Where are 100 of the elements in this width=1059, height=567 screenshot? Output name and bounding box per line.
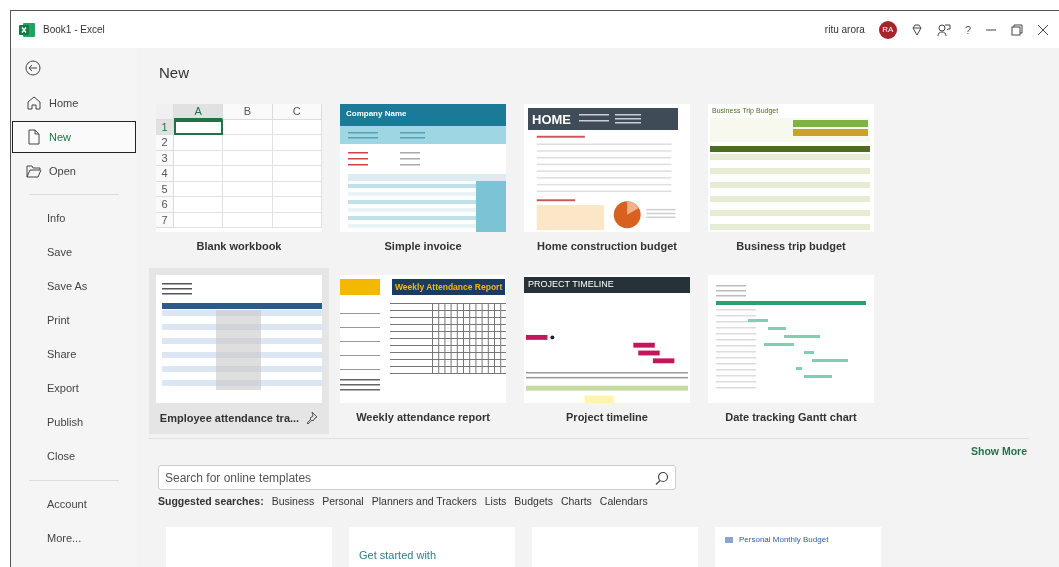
worksheet-cell [272,150,322,166]
diamond-icon[interactable] [910,23,923,36]
template-name: Date tracking Gantt chart [725,411,857,423]
template-heading: Get started with [359,548,438,561]
template-card[interactable]: HOME Home construction budget [517,97,697,263]
worksheet-cell [272,181,322,197]
text-lines [716,285,746,297]
pin-icon[interactable] [305,411,319,424]
row-header: 6 [156,197,174,213]
gantt-bar [812,359,848,362]
suggested-search-link[interactable]: Calendars [599,495,648,507]
gantt-bar [768,327,786,330]
template-name: Project timeline [566,411,648,423]
sidebar-item[interactable]: Open [12,155,136,187]
template-heading: HOME [531,110,572,129]
worksheet-cell [272,197,322,213]
sidebar-item[interactable]: Print [12,304,136,336]
template-name: Home construction budget [537,240,677,252]
worksheet-cell [223,212,273,228]
gantt-bar [804,375,832,378]
worksheet-cell [174,135,224,151]
timeline-bar [638,350,660,356]
page-title: New [159,64,190,81]
document-icon [26,129,42,145]
template-card[interactable]: Get started with [349,527,515,567]
sidebar-item[interactable]: Share [12,338,136,370]
search-icon[interactable] [655,471,669,485]
show-more-link[interactable]: Show More [971,445,1027,457]
sidebar-item[interactable]: More... [12,522,136,554]
gantt-bar [748,319,768,322]
worksheet-cell [223,181,273,197]
template-name: Business trip budget [736,240,846,252]
template-card[interactable]: Personal Monthly Budget [715,527,881,567]
milestone-dot [550,335,555,340]
worksheet-cell [223,119,273,135]
worksheet-cell [272,119,322,135]
suggested-search-link[interactable]: Business [271,495,315,507]
template-heading: Weekly Attendance Report [392,279,506,295]
worksheet-cell [223,166,273,182]
suggested-search-link[interactable]: Lists [484,495,507,507]
template-card[interactable]: PROJECT TIMELINE Project timeline [517,268,697,434]
template-card[interactable]: A B C 1 2 3 4 5 6 7 Blank workbook [149,97,329,263]
worksheet-cell [174,166,224,182]
sidebar-item[interactable]: Save [12,236,136,268]
template-heading: PROJECT TIMELINE [524,277,690,293]
template-card[interactable]: Weekly Attendance Report Weekly attendance report [333,268,513,434]
template-heading: Personal Monthly Budget [739,535,829,544]
worksheet-cell [174,150,224,166]
worksheet-cell [174,181,224,197]
worksheet-cell [174,212,224,228]
selected-cell [174,119,224,135]
sidebar-item[interactable]: Publish [12,406,136,438]
sidebar-item[interactable]: Close [12,440,136,472]
template-card[interactable]: Employee attendance tra... [149,268,329,434]
sidebar-item[interactable]: Info [12,202,136,234]
worksheet-cell [174,197,224,213]
restore-icon[interactable] [1011,23,1023,36]
sidebar-item[interactable]: Home [12,87,136,119]
user-name: ritu arora [824,24,865,35]
suggested-search-link[interactable]: Budgets [514,495,553,507]
sidebar-item[interactable]: Account [12,488,136,520]
help-button[interactable]: ? [964,23,971,36]
worksheet-cell [272,212,322,228]
template-name: Simple invoice [384,240,462,252]
template-name: Employee attendance tra... [159,411,300,424]
timeline-bar [652,358,675,363]
suggested-searches-label: Suggested searches: [158,495,264,507]
suggested-search-link[interactable]: Charts [560,495,592,507]
sidebar-item[interactable]: Export [12,372,136,404]
home-icon [26,95,42,111]
column-header: B [223,104,273,120]
template-card[interactable]: Date tracking Gantt chart [701,268,881,434]
timeline-bar [633,342,655,348]
search-field[interactable]: Search for online templates [158,465,676,490]
row-header: 2 [156,135,174,151]
column-header: C [272,104,322,120]
gantt-bar [784,335,820,338]
column-header: A [174,104,224,120]
sidebar-item[interactable]: Save As [12,270,136,302]
row-header: 4 [156,166,174,182]
close-icon[interactable] [1037,23,1049,36]
gantt-bar [796,367,802,370]
template-card[interactable]: Company Name Simple invoice [333,97,513,263]
worksheet-cell [272,166,322,182]
gantt-bar [764,343,794,346]
suggested-search-link[interactable]: Personal [322,495,364,507]
suggested-search-link[interactable]: Planners and Trackers [371,495,477,507]
timeline-bar [526,334,548,340]
folder-icon [26,163,42,179]
sidebar-item[interactable]: New [12,121,136,153]
banner-drawing [340,279,380,295]
window-title: Book1 - Excel [43,24,105,35]
user-avatar[interactable]: RA [878,20,897,39]
start-date-field [584,395,614,403]
template-heading: Company Name [340,104,506,126]
template-name: Blank workbook [196,240,282,252]
worksheet-cell [223,197,273,213]
template-name: Weekly attendance report [356,411,490,423]
person-feedback-icon[interactable] [936,22,951,37]
excel-logo-icon [19,21,35,38]
